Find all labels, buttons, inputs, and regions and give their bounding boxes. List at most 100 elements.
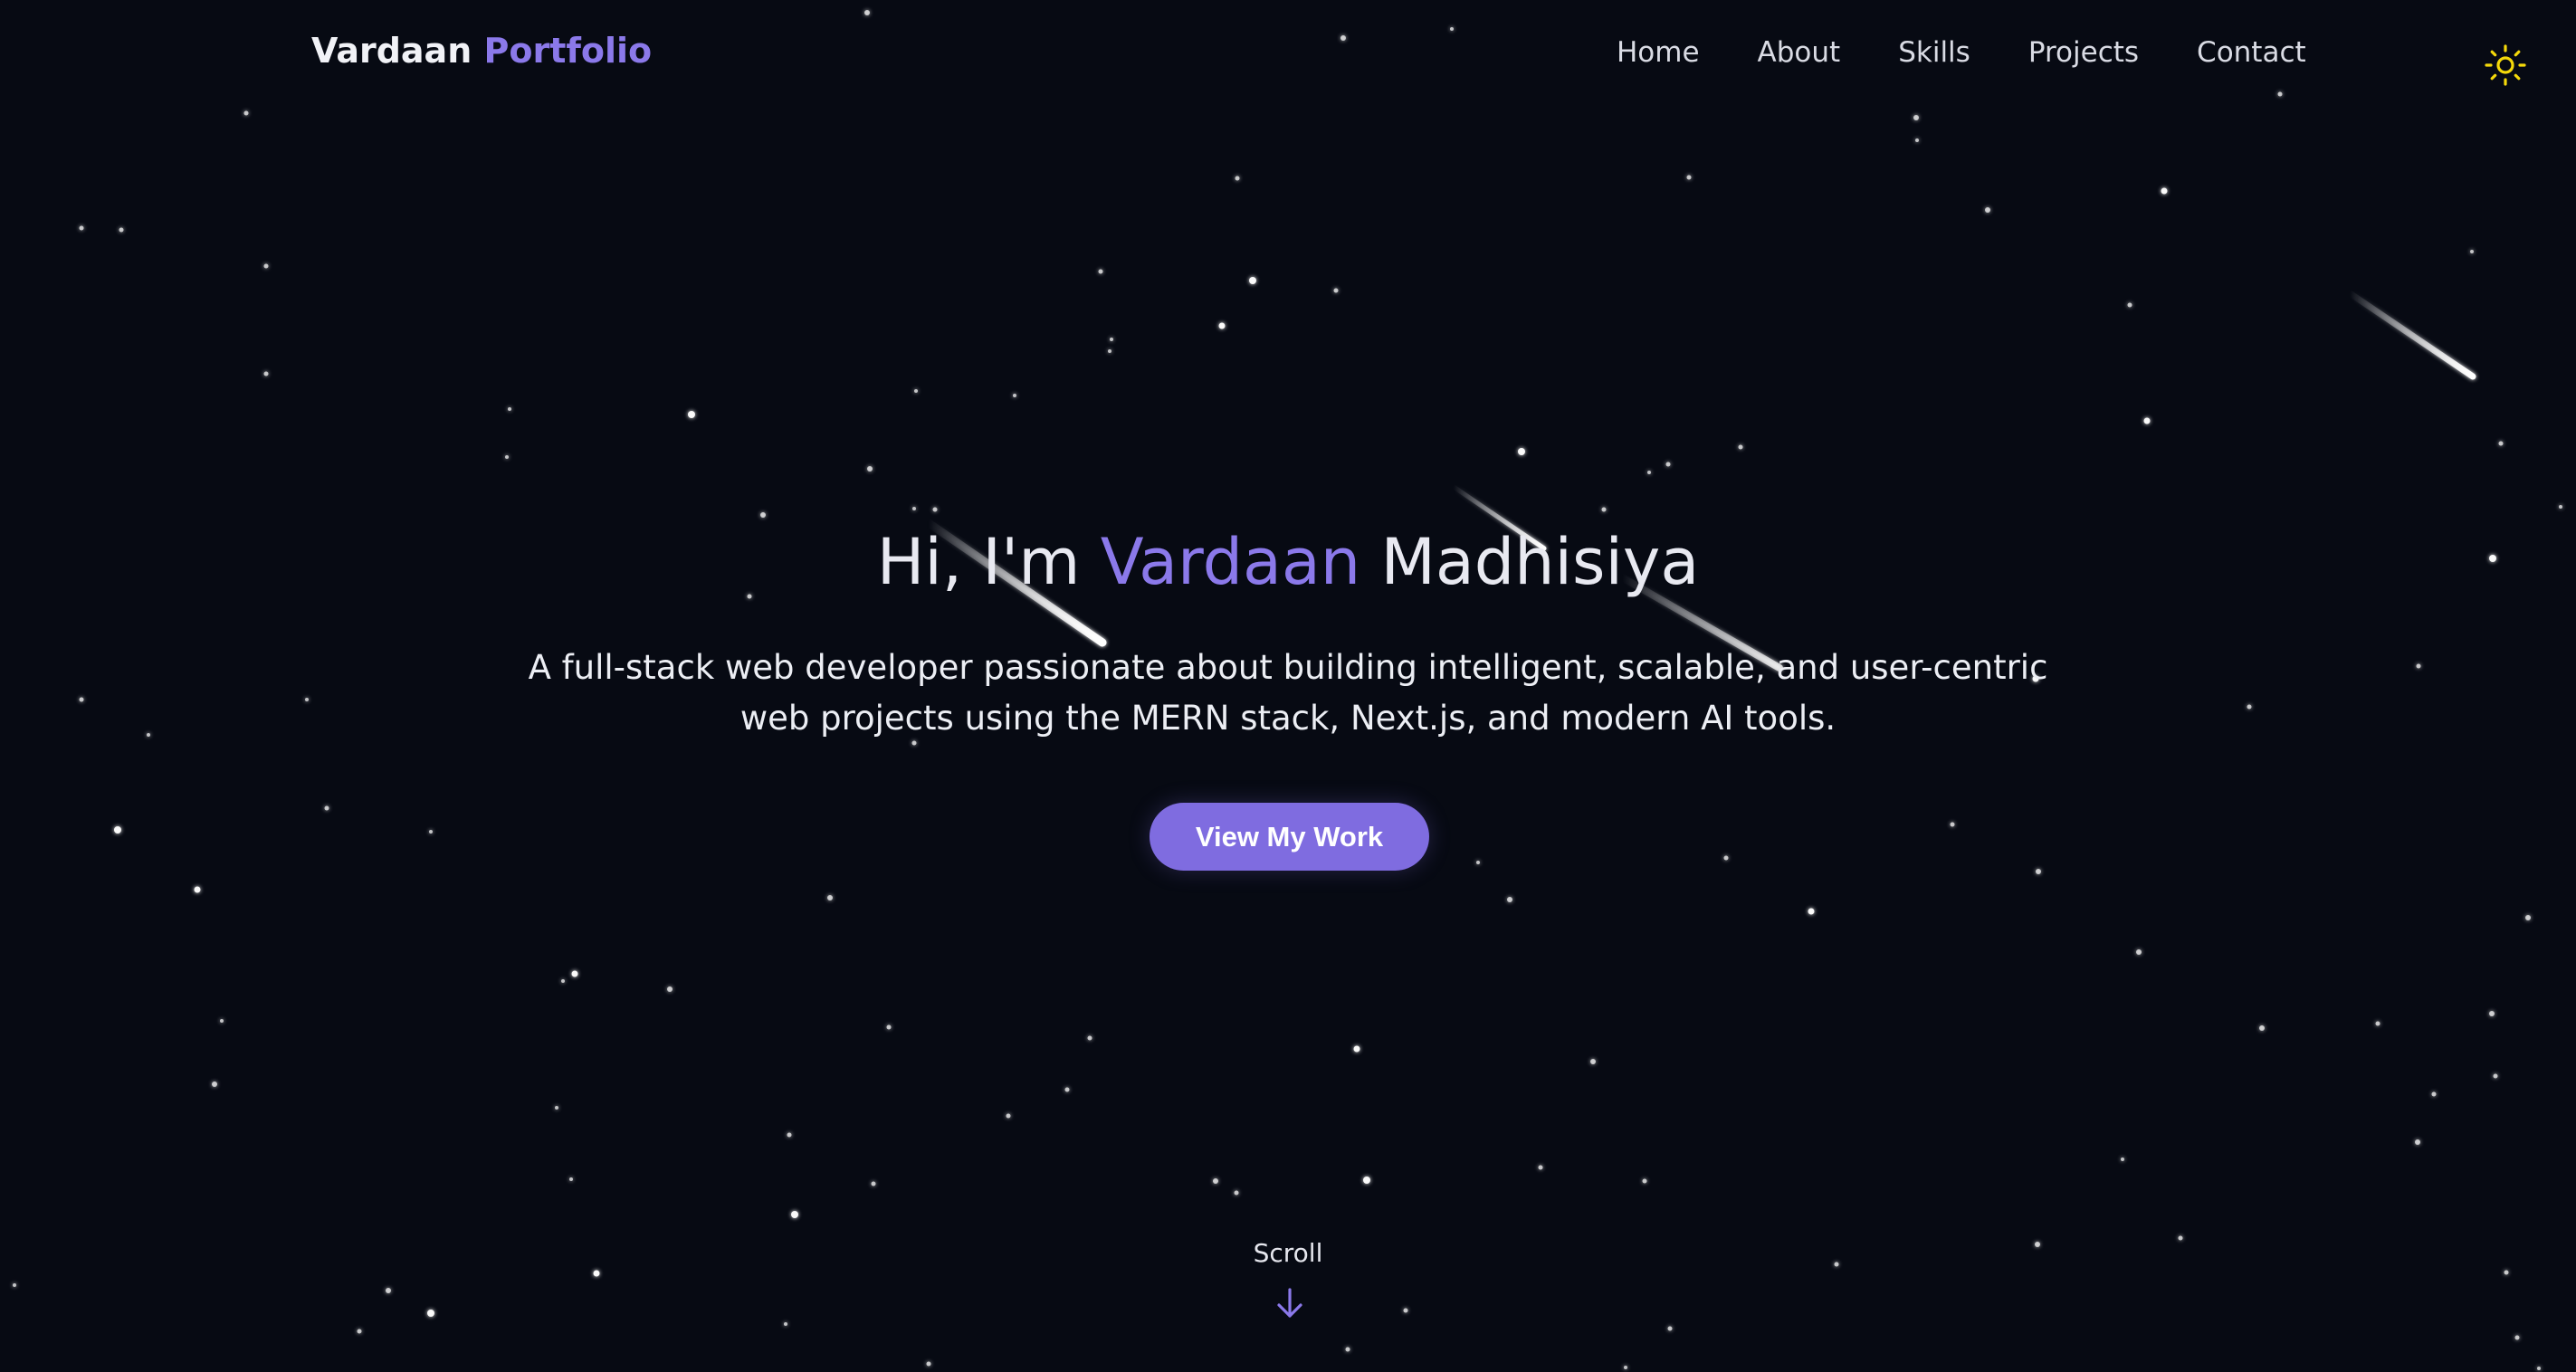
brand-second-word: Portfolio <box>483 31 653 71</box>
star <box>212 1081 217 1087</box>
star <box>220 1019 224 1023</box>
scroll-label: Scroll <box>1253 1238 1323 1268</box>
sun-icon[interactable] <box>2484 43 2527 87</box>
hero-greeting: Hi, I'm <box>876 525 1081 599</box>
star <box>2416 663 2421 669</box>
star <box>2247 704 2252 710</box>
star <box>2431 1091 2437 1097</box>
star <box>2136 949 2142 955</box>
star <box>1098 269 1103 274</box>
star <box>119 227 124 233</box>
star <box>827 895 833 900</box>
star <box>1218 322 1226 329</box>
star <box>1590 1059 1596 1064</box>
star <box>1353 1045 1360 1053</box>
star <box>2489 1011 2495 1016</box>
nav-link-projects[interactable]: Projects <box>2028 36 2139 69</box>
nav-link-contact[interactable]: Contact <box>2197 36 2306 69</box>
view-my-work-button[interactable]: View My Work <box>1150 803 1429 871</box>
star <box>2259 1025 2265 1031</box>
star <box>2127 302 2132 308</box>
hero-title: Hi, I'm Vardaan Madhisiya <box>0 525 2576 599</box>
star <box>555 1106 558 1110</box>
star <box>2470 250 2474 253</box>
star <box>324 805 329 811</box>
hero-section: Vardaan Portfolio Home About Skills Proj… <box>0 0 2576 1372</box>
star <box>505 455 509 459</box>
arrow-down-icon[interactable] <box>1274 1287 1305 1320</box>
star <box>914 389 918 393</box>
brand-logo[interactable]: Vardaan Portfolio <box>311 31 652 71</box>
brand-first-word: Vardaan <box>311 31 472 71</box>
star <box>1647 471 1651 474</box>
star <box>1667 1326 1673 1331</box>
star <box>1601 507 1607 512</box>
star <box>1723 855 1729 861</box>
star <box>864 10 870 15</box>
star <box>13 1283 16 1287</box>
star <box>1340 35 1346 41</box>
star <box>886 1024 892 1030</box>
star <box>2121 1158 2124 1161</box>
star <box>2375 1021 2380 1026</box>
star <box>1064 1087 1070 1092</box>
star <box>2277 91 2283 97</box>
star <box>2493 1073 2498 1079</box>
star <box>1450 27 1454 31</box>
star <box>1110 338 1113 341</box>
star <box>1235 176 1240 181</box>
star <box>1087 1035 1092 1041</box>
shooting-star <box>2346 290 2476 380</box>
hero-subtitle: A full-stack web developer passionate ab… <box>528 648 2048 738</box>
star <box>2514 1335 2520 1340</box>
star <box>1476 861 1480 864</box>
star <box>791 1211 798 1218</box>
hero-last-name: Madhisiya <box>1380 525 1700 599</box>
star <box>357 1329 362 1334</box>
star <box>787 1132 792 1138</box>
star <box>1686 175 1692 180</box>
star <box>263 263 269 269</box>
star <box>1108 349 1111 353</box>
star <box>1403 1308 1408 1313</box>
star <box>1234 1190 1239 1196</box>
star <box>2036 869 2041 874</box>
star <box>1665 462 1671 467</box>
star <box>508 407 511 411</box>
star <box>1642 1178 1647 1184</box>
star <box>2537 1367 2541 1370</box>
star <box>2525 915 2531 920</box>
star <box>571 970 578 977</box>
star <box>427 1310 434 1317</box>
star <box>871 1181 876 1186</box>
star <box>386 1288 391 1293</box>
nav-link-home[interactable]: Home <box>1617 36 1700 69</box>
star <box>2504 1270 2509 1275</box>
star <box>2559 505 2562 509</box>
star <box>912 507 916 510</box>
star <box>1213 1178 1218 1184</box>
star <box>429 830 433 834</box>
star <box>926 1361 931 1367</box>
star <box>2161 187 2168 195</box>
star <box>1538 1165 1543 1170</box>
star <box>688 411 695 418</box>
star <box>114 826 121 834</box>
star <box>867 466 873 472</box>
star <box>784 1322 787 1326</box>
star <box>79 225 84 231</box>
nav-link-about[interactable]: About <box>1758 36 1841 69</box>
star <box>1345 1347 1350 1352</box>
star <box>1738 444 1743 450</box>
star <box>1808 908 1815 915</box>
nav-link-skills[interactable]: Skills <box>1898 36 1970 69</box>
star <box>1507 897 1512 902</box>
star <box>1249 277 1256 284</box>
star <box>2498 441 2504 446</box>
star <box>561 979 565 983</box>
hero-first-name: Vardaan <box>1100 525 1361 599</box>
star <box>1950 822 1955 827</box>
star <box>194 886 201 893</box>
star <box>79 697 84 702</box>
star <box>1624 1366 1627 1369</box>
